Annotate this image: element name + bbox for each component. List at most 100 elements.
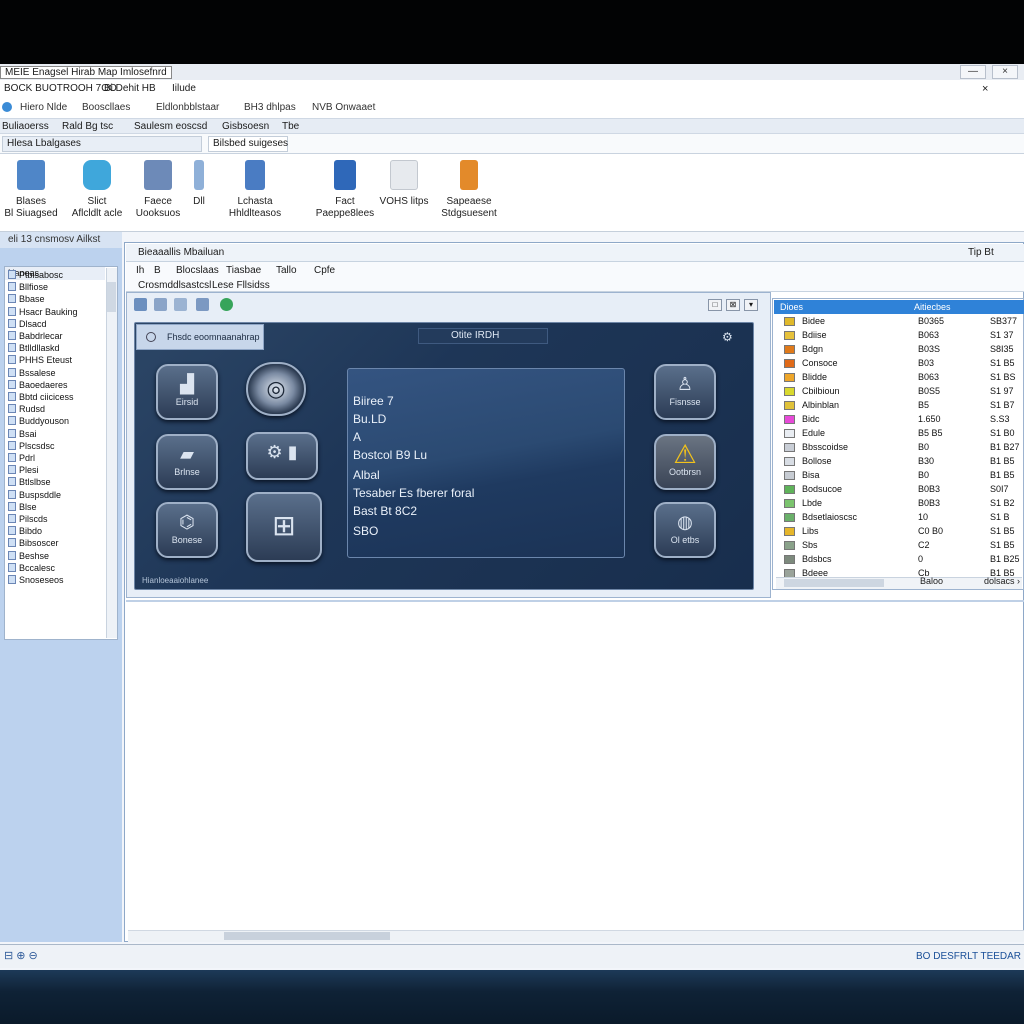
property-row[interactable]: Bollose B30 B1 B5 — [782, 454, 1022, 468]
tree-item[interactable]: Pilscds — [8, 514, 48, 525]
dash-button-folder[interactable]: ▰ Brlnse — [156, 434, 218, 490]
globe-icon[interactable] — [220, 298, 233, 311]
main-menu-item-3[interactable]: Blocslaas — [176, 265, 219, 276]
dash-button-person[interactable]: ♙ Fisnsse — [654, 364, 716, 420]
edit-icon[interactable] — [154, 298, 167, 311]
property-row[interactable]: Albinblan B5 S1 B7 — [782, 398, 1022, 412]
main-menu-item-4[interactable]: Tiasbae — [226, 265, 261, 276]
toolbar-item-3[interactable]: Eldlonbblstaar — [156, 102, 219, 113]
horizontal-scroll-thumb[interactable] — [224, 932, 390, 940]
dash-button-tools[interactable]: ⚙ ▮ — [246, 432, 318, 480]
property-row[interactable]: Bdsbcs 0 B1 B25 — [782, 552, 1022, 566]
minimize-button[interactable]: — — [960, 65, 986, 79]
property-row[interactable]: Bbsscoidse B0 B1 B27 — [782, 440, 1022, 454]
tree-item[interactable]: Bssalese — [8, 367, 56, 379]
ribbon-button-scanner[interactable]: Blases Bl Siuagsed — [4, 160, 58, 220]
dash-button-tire[interactable]: ◎ — [246, 362, 306, 416]
main-menu-item-5[interactable]: Tallo — [276, 265, 297, 276]
menu-item-2[interactable]: Bi Dehit HB — [104, 83, 156, 94]
splitter[interactable] — [126, 600, 1024, 602]
dash-button-seat[interactable]: ⊞ — [246, 492, 322, 562]
dash-button-warning[interactable]: ⚠ Ootbrsn — [654, 434, 716, 490]
dash-button-chart[interactable]: ▟ Eirsid — [156, 364, 218, 420]
tree-item[interactable]: Hsacr Bauking — [8, 306, 78, 318]
chart-icon[interactable] — [134, 298, 147, 311]
property-row[interactable]: Blidde B063 S1 BS — [782, 370, 1022, 384]
tree-item[interactable]: Plesi — [8, 465, 39, 476]
ribbon-button-lock[interactable]: Sapeaese Stdgsuesent — [438, 160, 500, 220]
main-sub-item-2[interactable]: Lese Fllsidss — [212, 280, 270, 291]
property-row[interactable]: Bdgn B03S S8I35 — [782, 342, 1022, 356]
tree-item[interactable]: Bsai — [8, 428, 37, 440]
menu-close-icon[interactable]: × — [982, 83, 988, 95]
tree-item[interactable]: Pdrl — [8, 453, 35, 464]
pen-icon[interactable] — [174, 298, 187, 311]
ribbon-button-small[interactable]: Dll — [190, 160, 208, 208]
property-row[interactable]: Sbs C2 S1 B5 — [782, 538, 1022, 552]
tree-item[interactable]: Babdrlecar — [8, 331, 63, 342]
restore-icon[interactable]: □ — [708, 299, 722, 311]
properties-footer-link[interactable]: dolsacs › — [984, 576, 1020, 586]
ribbon-tab-2[interactable]: Bilsbed suigeses — [208, 136, 288, 152]
left-scrollbar[interactable] — [106, 268, 117, 638]
left-scroll-thumb[interactable] — [107, 282, 116, 312]
tree-item[interactable]: Btlldllaskd — [8, 343, 60, 354]
property-row[interactable]: Edule B5 B5 S1 B0 — [782, 426, 1022, 440]
tree-item[interactable]: Beshse — [8, 550, 49, 562]
command-item-5[interactable]: Tbe — [282, 121, 299, 132]
property-row[interactable]: Cbilbioun B0S5 S1 97 — [782, 384, 1022, 398]
property-row[interactable]: Lbde B0B3 S1 B2 — [782, 496, 1022, 510]
toolbar-item-1[interactable]: Hiero Nlde — [20, 102, 67, 113]
tree-item[interactable]: Ptbisabosc — [8, 270, 63, 281]
command-item-1[interactable]: Buliaoerss — [2, 121, 49, 132]
close-box-icon[interactable]: ⊠ — [726, 299, 740, 311]
ribbon-tab-1[interactable]: Hlesa Lbalgases — [2, 136, 202, 152]
property-row[interactable]: Bdsetlaioscsc 10 S1 B — [782, 510, 1022, 524]
tree-item[interactable]: Bbase — [8, 294, 45, 305]
property-row[interactable]: Libs C0 B0 S1 B5 — [782, 524, 1022, 538]
command-item-4[interactable]: Gisbsoesn — [222, 121, 269, 132]
dash-button-engine[interactable]: ⌬ Bonese — [156, 502, 218, 558]
gear-icon[interactable]: ⚙ — [722, 330, 733, 344]
tree-item[interactable]: Bibsoscer — [8, 538, 59, 549]
property-row[interactable]: Bidc 1.650 S.S3 — [782, 412, 1022, 426]
tree-item[interactable]: Plscsdsc — [8, 440, 55, 452]
command-item-3[interactable]: Saulesm eoscsd — [134, 121, 207, 132]
tree-item[interactable]: Bccalesc — [8, 562, 55, 574]
tree-item[interactable]: Snoseseos — [8, 575, 64, 586]
main-sub-item-1[interactable]: Crosmddlsastcsl — [138, 280, 211, 291]
dash-button-globe[interactable]: ◍ Ol etbs — [654, 502, 716, 558]
tree-item[interactable]: PHHS Eteust — [8, 355, 72, 366]
tree-item[interactable]: Buddyouson — [8, 416, 69, 427]
property-row[interactable]: Bodsucoe B0B3 S0I7 — [782, 482, 1022, 496]
tree-item[interactable]: Bbtd ciicicess — [8, 392, 74, 403]
status-icons[interactable]: ⊟ ⊕ ⊖ — [4, 949, 38, 962]
tree-item[interactable]: Blse — [8, 501, 37, 513]
tree-item[interactable]: Bllfiose — [8, 282, 48, 293]
main-title-right[interactable]: Tip Bt — [968, 247, 994, 258]
tree-item[interactable]: Bibdo — [8, 526, 42, 537]
send-icon[interactable] — [196, 298, 209, 311]
tree-item[interactable]: Btlslbse — [8, 477, 51, 488]
tree-item[interactable]: Rudsd — [8, 404, 45, 415]
toolbar-item-4[interactable]: BH3 dhlpas — [244, 102, 296, 113]
dropdown-icon[interactable]: ▾ — [744, 299, 758, 311]
menu-item-3[interactable]: Iilude — [172, 83, 196, 94]
command-item-2[interactable]: Rald Bg tsc — [62, 121, 113, 132]
property-row[interactable]: Consoce B03 S1 B5 — [782, 356, 1022, 370]
ribbon-button-chat[interactable]: Slict Aflcldlt acle — [66, 160, 128, 220]
ribbon-button-phone[interactable]: Lchasta Hhldlteasos — [220, 160, 290, 220]
properties-scroll-thumb[interactable] — [784, 579, 884, 587]
ribbon-button-device[interactable]: Faece Uooksuos — [130, 160, 186, 220]
ribbon-button-document[interactable]: VOHS litps — [378, 160, 430, 208]
toolbar-item-5[interactable]: NVB Onwaaet — [312, 102, 375, 113]
tree-item[interactable]: Dlsacd — [8, 318, 47, 330]
main-menu-item-1[interactable]: Ih — [136, 265, 144, 276]
main-menu-item-6[interactable]: Cpfe — [314, 265, 335, 276]
property-row[interactable]: Bdiise B063 S1 37 — [782, 328, 1022, 342]
property-row[interactable]: Bisa B0 B1 B5 — [782, 468, 1022, 482]
ribbon-button-person[interactable]: Fact Paeppe8lees — [312, 160, 378, 220]
close-button[interactable]: × — [992, 65, 1018, 79]
menu-item-1[interactable]: BOCK BUOTROOH 7OO — [4, 83, 117, 94]
tree-item[interactable]: Buspsddle — [8, 489, 61, 501]
